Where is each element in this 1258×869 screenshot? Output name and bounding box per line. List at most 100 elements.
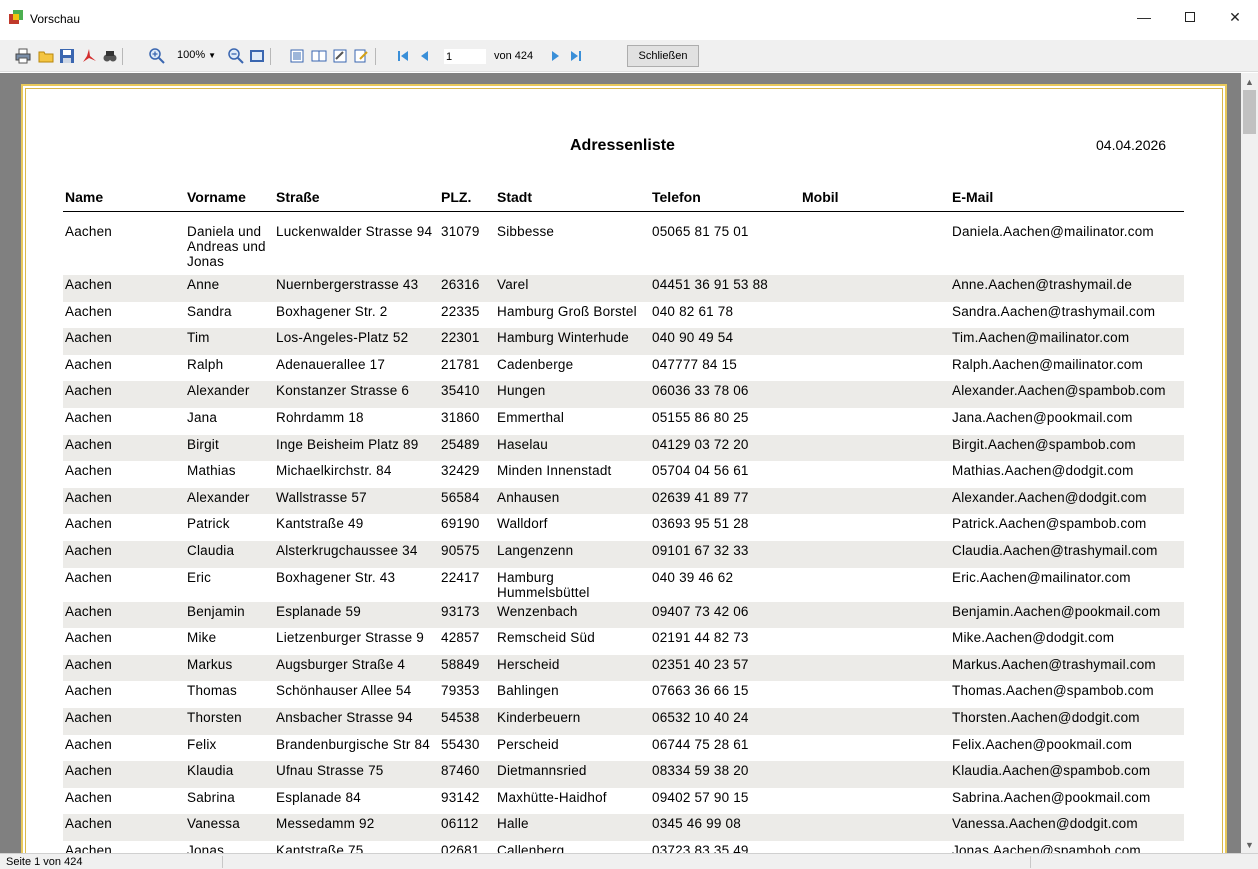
table-row: Aachen Alexander Wallstrasse 57 56584 Anhaus… (63, 487, 1184, 515)
table-cell: Kinderbeuern (495, 707, 650, 735)
status-bar: Seite 1 von 424 (0, 853, 1258, 869)
print-icon[interactable] (14, 47, 32, 65)
table-cell (800, 654, 950, 682)
table-row: Aachen Patrick Kantstraße 49 69190 Walldorf 0… (63, 514, 1184, 541)
table-cell: Klaudia.Aachen@spambob.com (950, 761, 1184, 788)
scroll-down-icon[interactable]: ▼ (1241, 836, 1258, 853)
table-cell: Walldorf (497, 516, 548, 532)
first-page-icon[interactable] (394, 47, 412, 65)
table-cell (800, 381, 950, 408)
table-cell: Mike (187, 630, 217, 646)
table-cell: 07663 36 66 15 (652, 683, 749, 699)
table-cell: Aachen (63, 601, 185, 629)
table-cell: Langenzenn (495, 540, 650, 568)
close-window-button[interactable]: ✕ (1212, 0, 1258, 34)
table-cell: Claudia (185, 540, 274, 568)
table-cell: 047777 84 15 (652, 356, 737, 372)
table-cell: Eric.Aachen@mailinator.com (952, 569, 1131, 585)
column-header: E-Mail (950, 185, 1184, 212)
table-row: Aachen Felix Brandenburgische Str 84 55430 P… (63, 735, 1184, 762)
table-cell: Bahlingen (497, 683, 559, 699)
table-cell: Thorsten.Aachen@dodgit.com (950, 707, 1184, 735)
table-cell: 93142 (441, 789, 480, 805)
table-cell: Brandenburgische Str 84 (276, 736, 430, 752)
table-cell: 02191 44 82 73 (652, 630, 749, 646)
zoom-out-icon[interactable] (227, 47, 245, 65)
table-cell: Felix (187, 736, 217, 752)
minimize-button[interactable]: — (1121, 0, 1167, 34)
preview-area[interactable]: Adressenliste 04.04.2026 Name Vorname Stra… (0, 73, 1241, 853)
previous-page-icon[interactable] (416, 47, 434, 65)
scroll-up-icon[interactable]: ▲ (1241, 73, 1258, 90)
table-cell: Perscheid (497, 736, 559, 752)
table-cell: Hamburg Groß Borstel (497, 303, 637, 319)
report-title: Adressenliste (570, 137, 675, 154)
page-number-input[interactable] (444, 49, 486, 64)
close-preview-button[interactable]: Schließen (627, 45, 699, 67)
table-cell: Halle (495, 814, 650, 841)
table-cell: Kantstraße 49 (276, 516, 364, 532)
table-cell: 040 90 49 54 (650, 328, 800, 355)
pdf-export-icon[interactable] (80, 47, 98, 65)
address-table: Name Vorname Straße PLZ. Stadt Telefon Mobil E-… (63, 185, 1184, 853)
table-cell: Markus.Aachen@trashymail.com (950, 654, 1184, 682)
column-header: Name (63, 185, 185, 212)
edit-page-icon[interactable] (331, 47, 349, 65)
find-icon[interactable] (101, 47, 119, 65)
table-cell: Sibbesse (497, 223, 555, 239)
table-cell: Benjamin (185, 601, 274, 629)
save-icon[interactable] (58, 47, 76, 65)
table-cell: 56584 (439, 487, 495, 515)
table-cell (800, 487, 950, 515)
table-row: Aachen Thomas Schönhauser Allee 54 79353 Bah… (63, 681, 1184, 708)
table-cell: Aachen (63, 654, 185, 682)
table-row: Aachen Birgit Inge Beisheim Platz 89 25489 H… (63, 434, 1184, 462)
table-cell (800, 761, 950, 788)
table-cell: 25489 (439, 434, 495, 462)
table-cell: Aachen (65, 516, 112, 532)
table-cell: 22335 (441, 303, 480, 319)
multi-page-icon[interactable] (310, 47, 328, 65)
table-row: Aachen Claudia Alsterkrugchaussee 34 90575 L… (63, 540, 1184, 568)
open-folder-icon[interactable] (37, 47, 55, 65)
table-cell: Rohrdamm 18 (276, 409, 364, 425)
page-setup-icon[interactable] (288, 47, 306, 65)
page-count-label: von 424 (494, 50, 534, 62)
table-cell: Aachen (63, 814, 185, 841)
next-page-icon[interactable] (546, 47, 564, 65)
table-cell (800, 681, 950, 708)
full-page-icon[interactable] (248, 47, 266, 65)
column-header: Mobil (800, 185, 950, 212)
table-cell: 0345 46 99 08 (650, 814, 800, 841)
vertical-scrollbar[interactable]: ▲ ▼ (1241, 73, 1258, 853)
table-cell: Kantstraße 75 (276, 842, 364, 853)
table-row: Aachen Mike Lietzenburger Strasse 9 42857 Re… (63, 628, 1184, 655)
table-cell: Inge Beisheim Platz 89 (274, 434, 439, 462)
table-cell: Aachen (65, 789, 112, 805)
report-page-content: Adressenliste 04.04.2026 Name Vorname Stra… (25, 88, 1223, 853)
table-cell: Michaelkirchstr. 84 (276, 463, 392, 479)
column-header: PLZ. (439, 185, 495, 212)
table-cell: 79353 (441, 683, 480, 699)
table-row: Aachen Thorsten Ansbacher Strasse 94 54538 K… (63, 707, 1184, 735)
scrollbar-thumb[interactable] (1243, 90, 1256, 134)
table-cell: 90575 (439, 540, 495, 568)
zoom-in-icon[interactable] (148, 47, 166, 65)
table-cell: 09407 73 42 06 (650, 601, 800, 629)
status-text: Seite 1 von 424 (6, 856, 83, 868)
table-cell (800, 211, 950, 275)
table-row: Aachen Klaudia Ufnau Strasse 75 87460 Dietma… (63, 761, 1184, 788)
table-cell: Wallstrasse 57 (274, 487, 439, 515)
table-cell: Vanessa.Aachen@dodgit.com (950, 814, 1184, 841)
zoom-select[interactable]: 100% ▼ (177, 49, 216, 61)
table-cell: Aachen (65, 842, 112, 853)
table-cell: Hamburg Hummelsbüttel (497, 569, 590, 600)
last-page-icon[interactable] (567, 47, 585, 65)
edit-document-icon[interactable] (352, 47, 370, 65)
table-cell: Boxhagener Str. 2 (276, 303, 388, 319)
table-cell: Ufnau Strasse 75 (274, 761, 439, 788)
table-cell: Mathias (187, 463, 236, 479)
table-cell: Aachen (65, 223, 112, 239)
maximize-button[interactable] (1167, 0, 1213, 34)
table-cell: Remscheid Süd (497, 630, 595, 646)
